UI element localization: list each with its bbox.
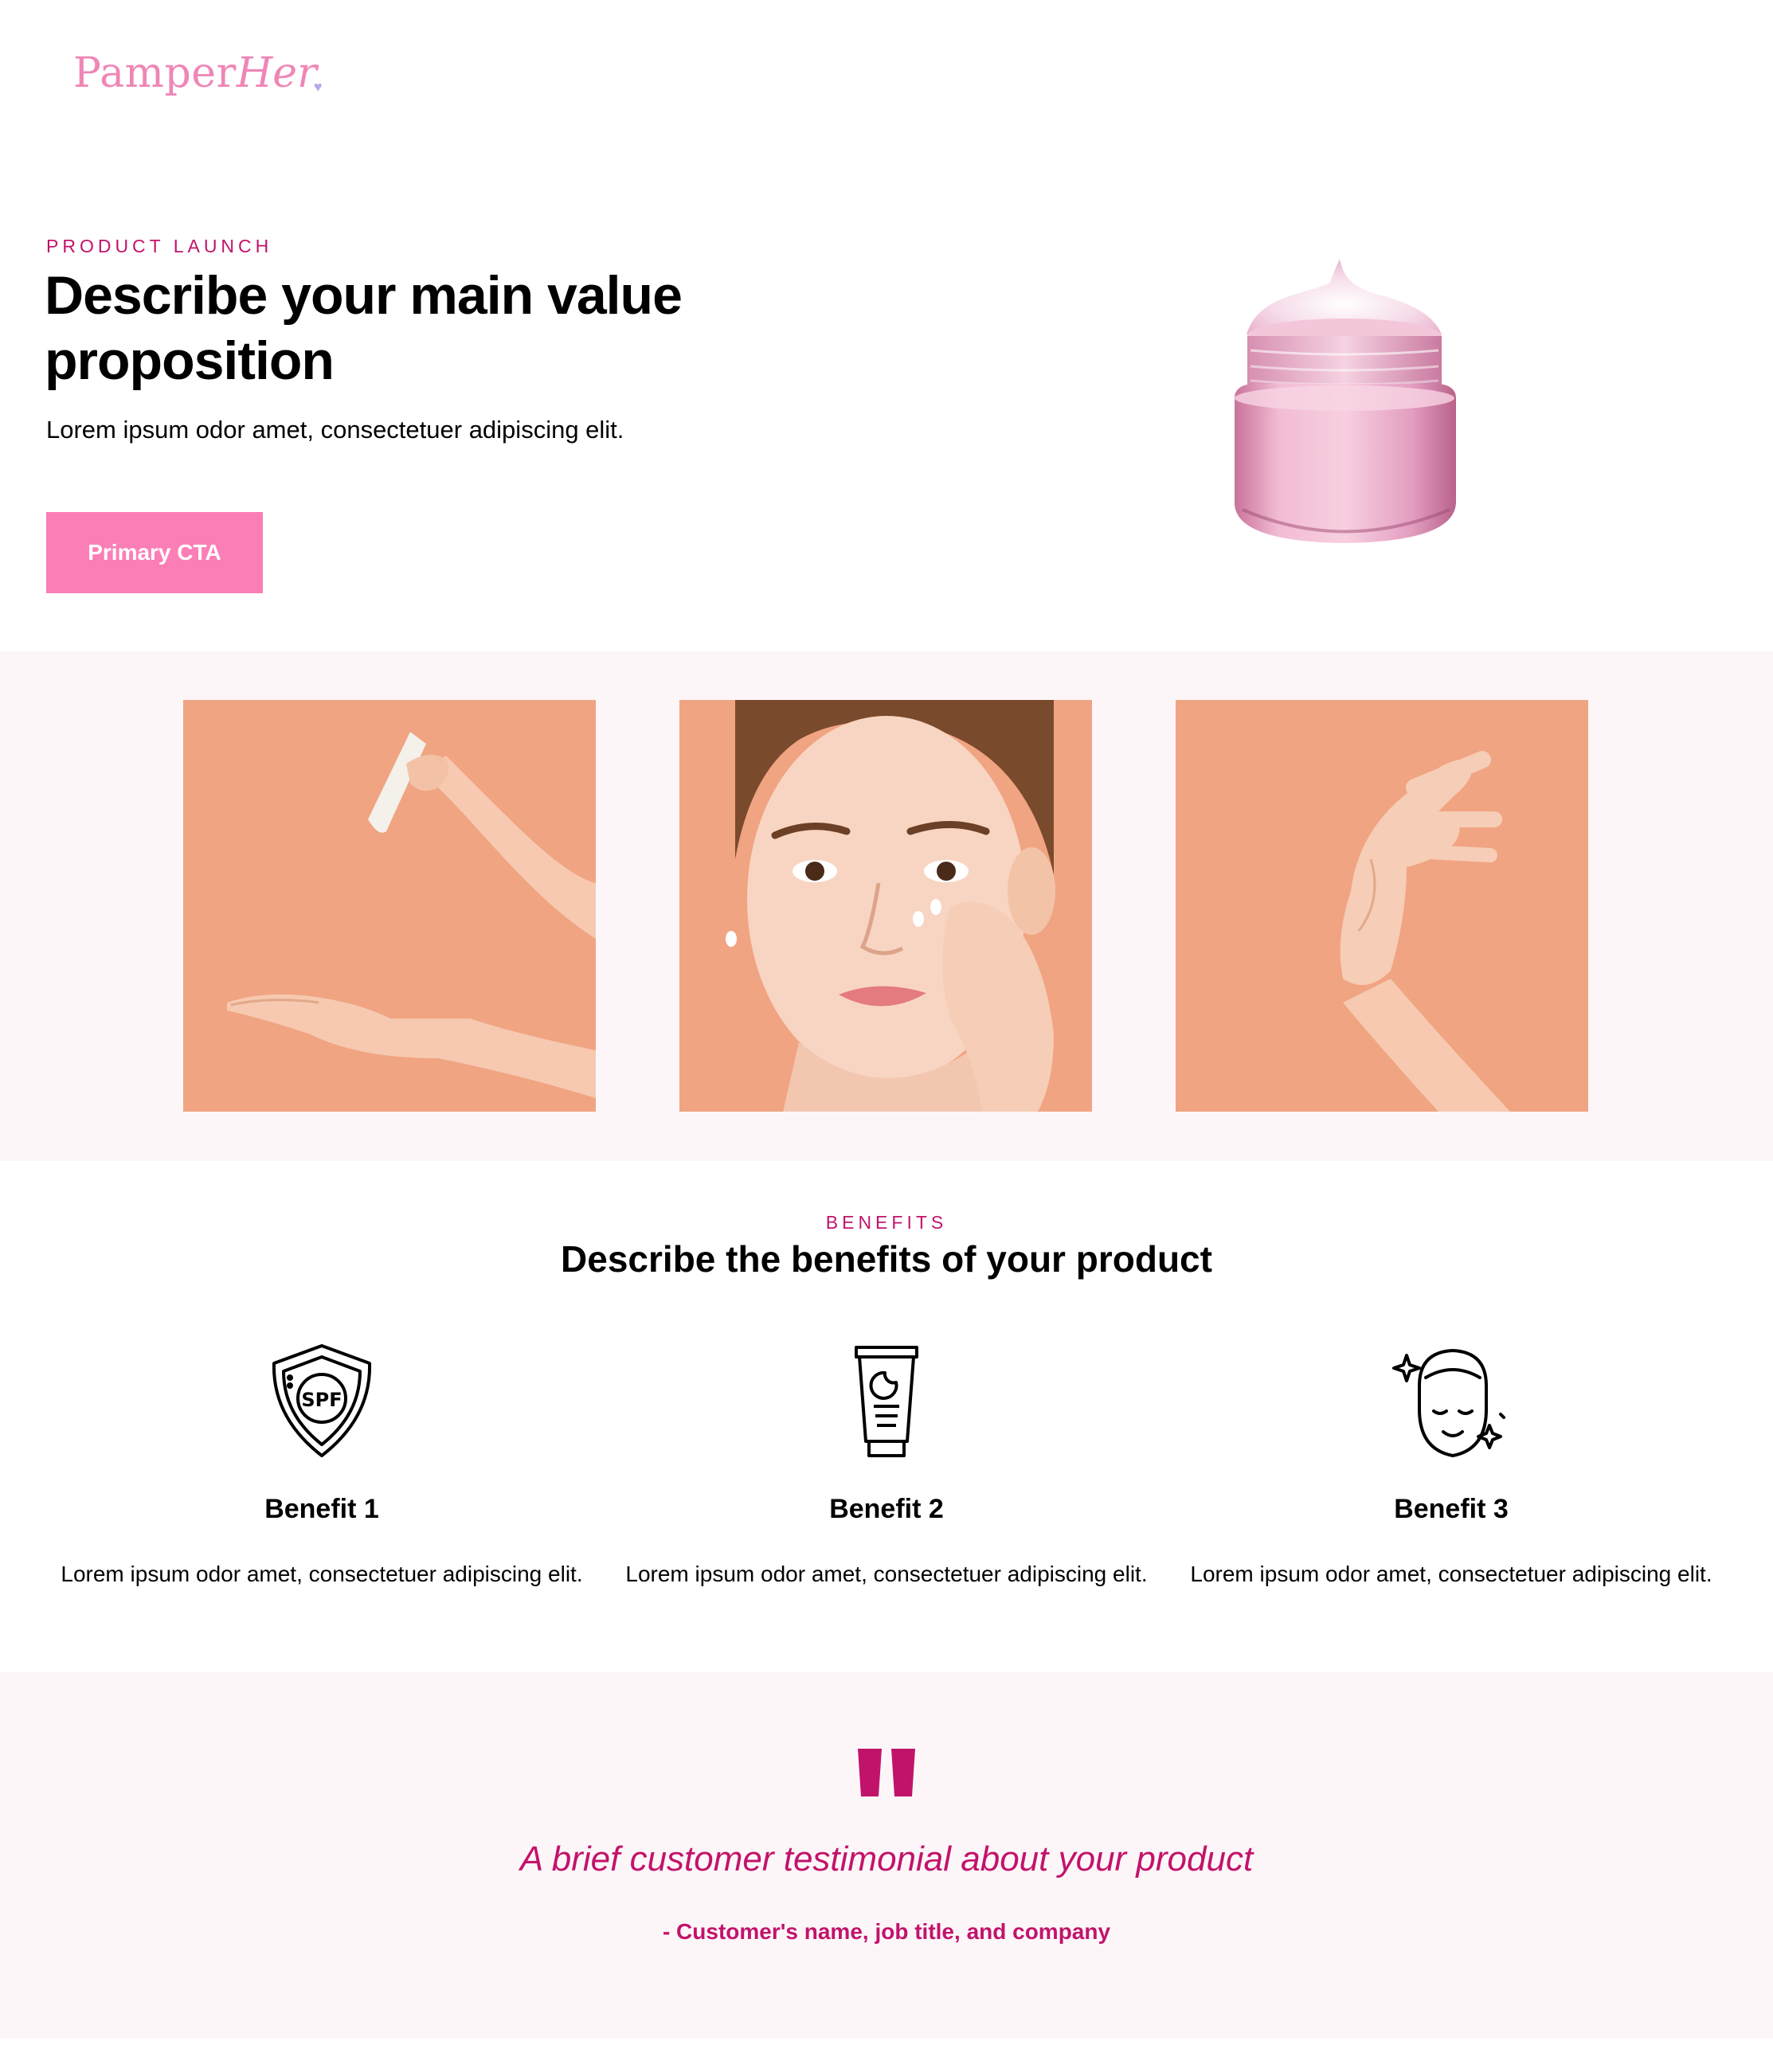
hands-applying-cream-photo: [183, 700, 596, 1112]
benefits-eyebrow: BENEFITS: [825, 1212, 948, 1233]
benefit-description: Lorem ipsum odor amet, consectetuer adip…: [1190, 1562, 1712, 1586]
benefit-title: Benefit 3: [1394, 1494, 1509, 1524]
quote-icon: [858, 1749, 915, 1796]
benefits-title: Describe the benefits of your product: [561, 1238, 1212, 1280]
hero-section: PRODUCT LAUNCH Describe your main value …: [0, 127, 1773, 653]
hero-subtitle: Lorem ipsum odor amet, consectetuer adip…: [46, 416, 624, 444]
benefit-card-2: Benefit 2 Lorem ipsum odor amet, consect…: [603, 1338, 1170, 1587]
brand-name-part1: Pamper: [73, 49, 237, 97]
glowing-face-icon: [1392, 1349, 1505, 1457]
benefit-card-1: SPF Benefit 1 Lorem ipsum odor amet, con…: [38, 1338, 605, 1587]
spf-shield-icon: SPF: [272, 1344, 372, 1457]
hero-title: Describe your main value proposition: [45, 265, 683, 391]
testimonial-section: A brief customer testimonial about your …: [0, 1672, 1773, 2039]
woman-applying-cream-photo: [679, 700, 1092, 1112]
hero-eyebrow: PRODUCT LAUNCH: [46, 236, 273, 256]
testimonial-author: - Customer's name, job title, and compan…: [662, 1919, 1111, 1944]
benefit-description: Lorem ipsum odor amet, consectetuer adip…: [625, 1562, 1148, 1586]
testimonial-quote: A brief customer testimonial about your …: [519, 1839, 1254, 1878]
brand-name-part2: Her: [236, 49, 317, 97]
benefit-description: Lorem ipsum odor amet, consectetuer adip…: [61, 1562, 583, 1586]
hands-rubbing-cream-photo: [1176, 700, 1588, 1112]
benefit-card-3: Benefit 3 Lorem ipsum odor amet, consect…: [1168, 1338, 1735, 1587]
primary-cta-button[interactable]: Primary CTA: [46, 512, 263, 593]
svg-text:SPF: SPF: [301, 1389, 342, 1411]
gallery-section: [0, 651, 1773, 1161]
heart-icon: ♥: [313, 79, 323, 95]
night-cream-tube-icon: [855, 1346, 918, 1457]
benefit-title: Benefit 2: [829, 1494, 944, 1524]
cream-jar-image: [1234, 259, 1456, 543]
brand-logo[interactable]: Pamper Her ♥: [73, 41, 323, 97]
benefit-title: Benefit 1: [264, 1494, 379, 1524]
